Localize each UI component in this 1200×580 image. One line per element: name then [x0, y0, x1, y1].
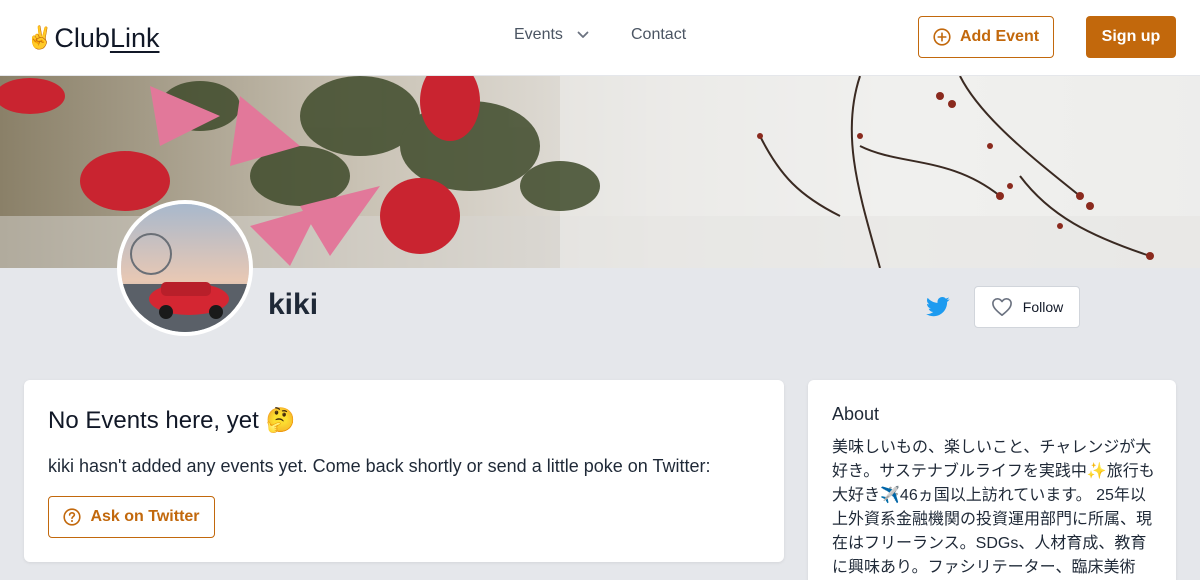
add-event-label: Add Event	[959, 28, 1040, 45]
follow-button[interactable]: Follow	[974, 286, 1080, 328]
events-empty-message: kiki hasn't added any events yet. Come b…	[48, 456, 711, 476]
chevron-down-icon	[577, 31, 589, 38]
about-title: About	[832, 404, 880, 424]
nav-events-dropdown[interactable]: Events	[514, 26, 589, 44]
events-card: No Events here, yet 🤔 kiki hasn't added …	[24, 380, 784, 562]
events-empty-title: No Events here, yet 🤔	[48, 407, 296, 434]
about-card: About 美味しいもの、楽しいこと、チャレンジが大好き。サステナブルライフを実…	[808, 380, 1176, 580]
top-navbar: ✌️ Club Link Events Contact Add Event Sig…	[0, 0, 1200, 76]
ask-on-twitter-button[interactable]: Ask on Twitter	[48, 496, 215, 538]
plus-circle-icon	[933, 28, 951, 46]
twitter-profile-link[interactable]	[926, 296, 950, 318]
add-event-button[interactable]: Add Event	[918, 16, 1054, 58]
follow-label: Follow	[1022, 299, 1064, 315]
question-circle-icon	[63, 508, 82, 526]
logo-text-link: Link	[109, 22, 160, 53]
heart-icon	[991, 298, 1012, 316]
profile-username: kiki	[268, 288, 319, 321]
nav-events-label: Events	[514, 26, 563, 43]
avatar-photo	[121, 204, 249, 332]
ask-on-twitter-label: Ask on Twitter	[90, 508, 200, 525]
about-bio-text: 美味しいもの、楽しいこと、チャレンジが大好き。サステナブルライフを実践中✨旅行も…	[832, 439, 1155, 576]
victory-hand-icon: ✌️	[26, 25, 54, 50]
logo-text-club: Club	[54, 22, 110, 53]
nav-contact-link[interactable]: Contact	[631, 26, 686, 44]
twitter-icon	[926, 297, 950, 317]
profile-avatar	[117, 200, 253, 336]
signup-button[interactable]: Sign up	[1086, 16, 1176, 58]
clublink-logo[interactable]: ✌️ Club Link	[26, 20, 159, 56]
